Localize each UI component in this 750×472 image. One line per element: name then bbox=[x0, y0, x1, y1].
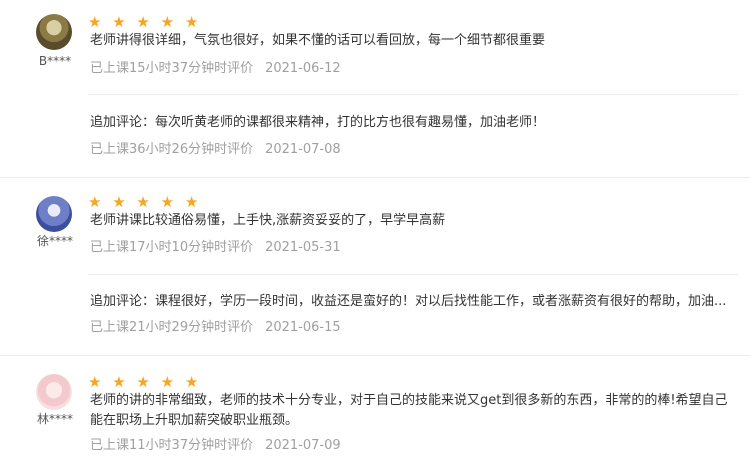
followup-date: 2021-07-08 bbox=[265, 142, 341, 157]
avatar[interactable] bbox=[36, 196, 72, 232]
review-time-label: 已上课15小时37分钟时评价 bbox=[90, 61, 254, 76]
star-rating: ★ ★ ★ ★ ★ bbox=[88, 13, 202, 31]
divider bbox=[88, 274, 738, 275]
review-date: 2021-06-12 bbox=[265, 61, 341, 76]
star-rating: ★ ★ ★ ★ ★ bbox=[88, 373, 202, 391]
review-separator bbox=[0, 177, 750, 178]
followup-time-label: 已上课21小时29分钟时评价 bbox=[90, 320, 254, 335]
review-time-label: 已上课17小时10分钟时评价 bbox=[90, 240, 254, 255]
star-rating: ★ ★ ★ ★ ★ bbox=[88, 193, 202, 211]
followup-date: 2021-06-15 bbox=[265, 320, 341, 335]
review-meta: 已上课15小时37分钟时评价 2021-06-12 bbox=[90, 60, 341, 78]
followup-comment: 追加评论：课程很好，学历一段时间，收益还是蛮好的！对以后找性能工作，或者涨薪资有… bbox=[90, 294, 727, 309]
followup-meta: 已上课21小时29分钟时评价 2021-06-15 bbox=[90, 319, 341, 337]
review-separator bbox=[0, 355, 750, 356]
followup-time-label: 已上课36小时26分钟时评价 bbox=[90, 142, 254, 157]
review-meta: 已上课11小时37分钟时评价 2021-07-09 bbox=[90, 437, 341, 455]
avatar[interactable] bbox=[36, 374, 72, 410]
followup-meta: 已上课36小时26分钟时评价 2021-07-08 bbox=[90, 141, 341, 159]
review-comment: 老师讲课比较通俗易懂，上手快,涨薪资妥妥的了，早学早高薪 bbox=[90, 213, 446, 228]
followup-comment: 追加评论：每次听黄老师的课都很来精神，打的比方也很有趣易懂，加油老师！ bbox=[90, 115, 546, 130]
review-meta: 已上课17小时10分钟时评价 2021-05-31 bbox=[90, 239, 341, 257]
username[interactable]: 林**** bbox=[30, 410, 80, 427]
avatar[interactable] bbox=[36, 14, 72, 50]
review-time-label: 已上课11小时37分钟时评价 bbox=[90, 438, 254, 453]
review-date: 2021-05-31 bbox=[265, 240, 341, 255]
review-date: 2021-07-09 bbox=[265, 438, 341, 453]
divider bbox=[88, 94, 738, 95]
username[interactable]: 徐**** bbox=[30, 232, 80, 249]
review-comment: 老师讲得很详细，气氛也很好，如果不懂的话可以看回放，每一个细节都很重要 bbox=[90, 33, 546, 48]
username[interactable]: B**** bbox=[30, 54, 80, 68]
review-comment: 老师的讲的非常细致，老师的技术十分专业，对于自己的技能来说又get到很多新的东西… bbox=[90, 393, 728, 428]
